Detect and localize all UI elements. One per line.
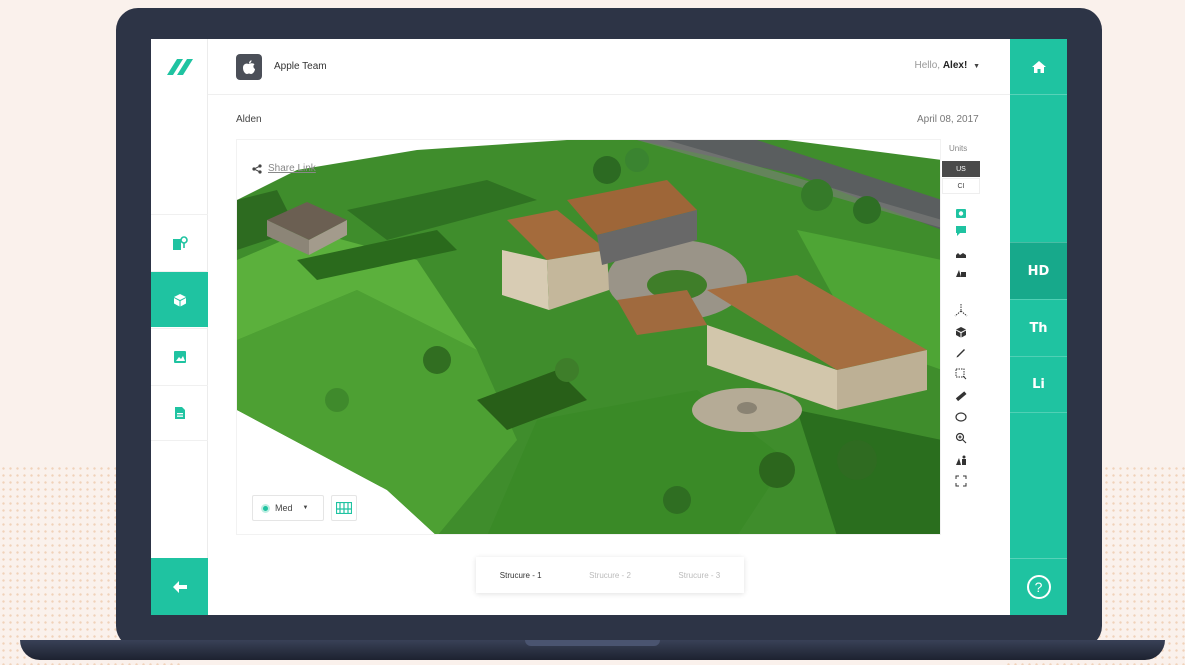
user-greeting[interactable]: Hello, Alex! ▼ — [914, 60, 980, 71]
grid-view-button[interactable] — [331, 495, 357, 521]
measure-tool[interactable] — [954, 389, 968, 403]
elevation-tool[interactable] — [954, 266, 968, 280]
tab-structure-1[interactable]: Strucure - 1 — [500, 571, 542, 580]
ellipse-tool[interactable] — [954, 410, 968, 424]
quality-value: Med — [275, 503, 293, 513]
ellipse-icon — [955, 412, 967, 422]
units-label: Units — [949, 144, 968, 153]
greeting-prefix: Hello, — [914, 60, 943, 71]
left-sidebar — [151, 39, 208, 615]
project-name: Alden — [236, 114, 262, 125]
terrain-tool[interactable] — [954, 247, 968, 261]
app-logo — [167, 59, 193, 75]
zoom-tool[interactable] — [954, 431, 968, 445]
tab-structure-2[interactable]: Strucure - 2 — [589, 571, 631, 580]
project-date: April 08, 2017 — [917, 114, 979, 125]
cube-icon — [956, 327, 966, 338]
comment-icon — [956, 226, 966, 236]
fullscreen-icon — [955, 475, 967, 487]
area-select-icon — [955, 368, 967, 380]
elevation-icon — [956, 270, 966, 277]
help-button[interactable]: ? — [1010, 558, 1067, 615]
unit-option-us[interactable]: US — [942, 161, 980, 177]
comment-tool[interactable] — [954, 224, 968, 238]
sidebar-item-3d-model[interactable] — [151, 271, 208, 327]
chevron-down-icon: ▼ — [973, 63, 980, 70]
view-th-button[interactable]: Th — [1010, 299, 1067, 356]
arrow-left-icon — [172, 580, 187, 593]
camera-icon — [956, 209, 966, 218]
unit-option-ci[interactable]: CI — [942, 178, 980, 194]
axis-tool[interactable] — [954, 303, 968, 317]
share-link-label: Share Link — [268, 163, 316, 174]
sidebar-item-images[interactable] — [151, 328, 208, 384]
quality-indicator-icon — [261, 503, 270, 513]
quality-dropdown[interactable]: Med ▼ — [252, 495, 324, 521]
fullscreen-tool[interactable] — [954, 474, 968, 488]
share-icon — [252, 163, 262, 174]
structure-tabs: Strucure - 1 Strucure - 2 Strucure - 3 — [476, 557, 744, 593]
share-link[interactable]: Share Link — [252, 163, 316, 174]
top-header: Apple Team Hello, Alex! ▼ — [208, 39, 1010, 95]
image-icon — [173, 350, 186, 363]
person-elevation-tool[interactable] — [954, 453, 968, 467]
home-icon — [1031, 60, 1046, 73]
view-hd-button[interactable]: HD — [1010, 242, 1067, 299]
volume-tool[interactable] — [954, 325, 968, 339]
laptop-notch — [525, 640, 660, 646]
user-name: Alex! — [942, 60, 968, 71]
team-avatar[interactable] — [236, 54, 262, 80]
axis-icon — [954, 304, 968, 317]
apple-icon — [243, 60, 255, 74]
back-button[interactable] — [151, 558, 208, 615]
team-name[interactable]: Apple Team — [274, 61, 327, 72]
app-screen: Apple Team Hello, Alex! ▼ Alden April 08… — [151, 39, 1067, 615]
laptop-base — [20, 640, 1165, 660]
chevron-down-icon: ▼ — [302, 505, 309, 511]
3d-model-viewer[interactable]: Share Link Med ▼ — [236, 139, 941, 535]
home-button[interactable] — [1010, 39, 1067, 95]
area-select-tool[interactable] — [954, 367, 968, 381]
right-sidebar: HD Th Li ? — [1010, 39, 1067, 615]
view-li-button[interactable]: Li — [1010, 356, 1067, 413]
document-icon — [174, 407, 185, 419]
zoom-in-icon — [955, 432, 967, 444]
tab-structure-3[interactable]: Strucure - 3 — [678, 571, 720, 580]
terrain-icon — [956, 253, 966, 258]
pencil-icon — [956, 349, 965, 358]
aerial-property-model — [237, 140, 940, 534]
sidebar-item-map[interactable] — [151, 214, 208, 270]
ruler-icon — [955, 391, 967, 402]
cube-icon — [173, 293, 186, 306]
tools-panel: Units US CI — [941, 139, 981, 535]
help-icon: ? — [1026, 575, 1051, 599]
elevation-icon — [956, 455, 966, 465]
grid-icon — [336, 502, 352, 514]
map-pin-icon — [172, 235, 188, 250]
sidebar-item-reports[interactable] — [151, 385, 208, 441]
draw-tool[interactable] — [954, 345, 968, 359]
camera-tool[interactable] — [954, 206, 968, 220]
